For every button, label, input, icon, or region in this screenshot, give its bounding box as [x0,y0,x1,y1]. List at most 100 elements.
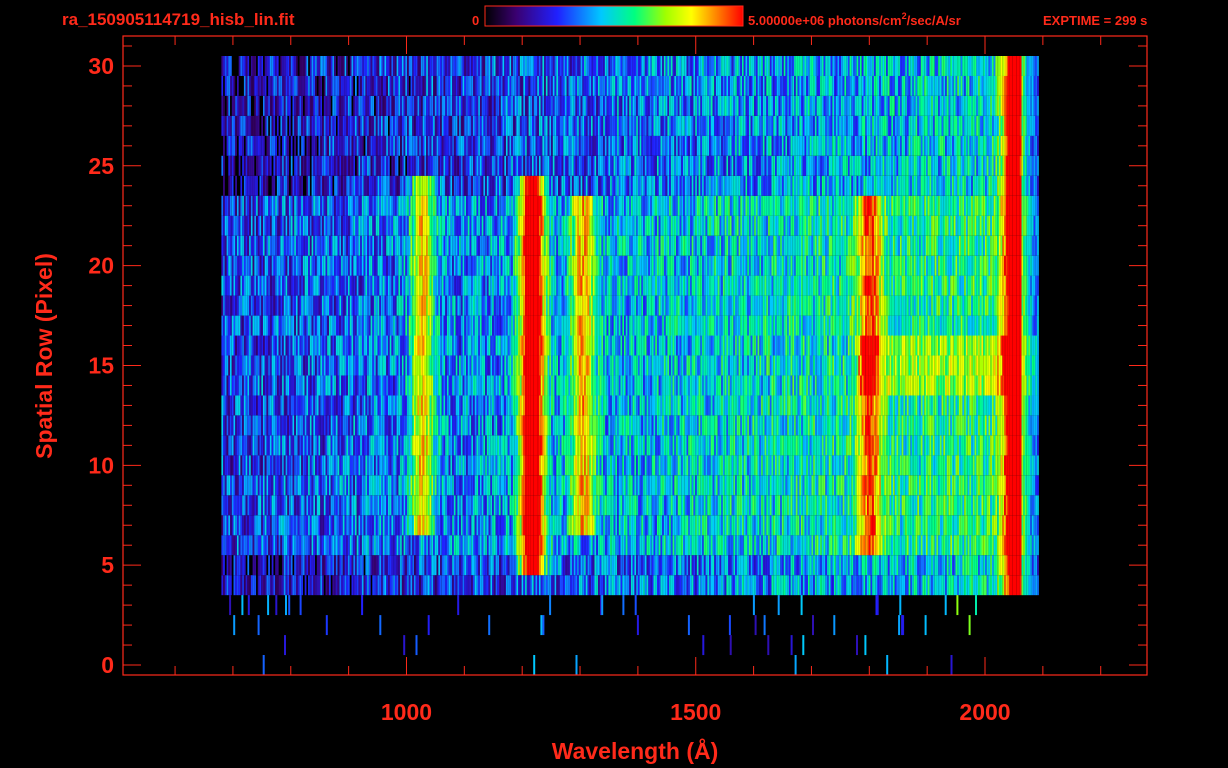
heatmap-cell [224,575,227,596]
heatmap-cell [747,495,749,516]
heatmap-cell [426,575,428,596]
heatmap-cell [403,475,406,496]
heatmap-cell [358,515,361,536]
heatmap-cell [655,535,657,556]
heatmap-cell [539,455,541,476]
heatmap-cell [771,415,774,436]
heatmap-cell [457,435,460,456]
heatmap-cell [938,495,940,516]
heatmap-cell [455,555,458,576]
heatmap-cell [249,515,251,536]
heatmap-cell [230,555,232,576]
heatmap-cell [728,395,730,416]
heatmap-cell [273,435,276,456]
heatmap-cell [221,535,224,556]
heatmap-cell [250,415,253,436]
heatmap-cell [886,435,888,456]
heatmap-cell [740,515,743,536]
heatmap-cell [915,435,918,456]
heatmap-cell [669,415,671,436]
heatmap-cell [955,575,958,596]
heatmap-cell [315,495,317,516]
heatmap-cell [887,575,890,596]
heatmap-cell [860,475,862,496]
heatmap-cell [690,555,692,576]
heatmap-cell [266,435,269,456]
heatmap-cell [337,535,340,556]
heatmap-cell [641,395,644,416]
heatmap-cell [296,575,298,596]
heatmap-cell [867,435,869,456]
heatmap-cell [1007,555,1010,576]
heatmap-cell [424,455,427,476]
heatmap-cell [558,415,560,436]
heatmap-cell [946,555,949,576]
heatmap-cell [927,575,930,596]
heatmap-cell [346,515,349,536]
heatmap-cell [818,515,821,536]
heatmap-cell [589,455,592,476]
heatmap-cell [443,435,446,456]
heatmap-cell [657,515,659,536]
heatmap-cell [952,555,954,576]
heatmap-cell [361,435,364,456]
heatmap-cell [900,435,902,456]
heatmap-cell [717,435,720,456]
heatmap-cell [1037,415,1039,436]
heatmap-cell [939,575,942,596]
heatmap-cell [681,475,684,496]
heatmap-cell [289,475,291,496]
heatmap-cell [669,475,671,496]
heatmap-cell [611,555,614,576]
heatmap-cell [736,495,739,516]
heatmap-cell [700,515,703,536]
heatmap-cell [261,535,264,556]
heatmap-cell [403,535,406,556]
heatmap-cell [801,535,803,556]
heatmap-cell [662,555,664,576]
heatmap-cell [979,555,982,576]
heatmap-cell [676,515,678,536]
heatmap-cell [249,415,251,436]
heatmap-cell [863,495,866,516]
heatmap-cell [969,535,972,556]
heatmap-cell [552,555,555,576]
heatmap-cell [493,375,496,396]
heatmap-cell [886,555,888,576]
heatmap-cell [1030,495,1032,516]
heatmap-cell [804,435,807,456]
heatmap-cell [407,495,409,516]
heatmap-cell [1016,415,1019,436]
heatmap-cell [927,455,930,476]
heatmap-cell [643,375,645,396]
heatmap-cell [502,475,505,496]
heatmap-cell [502,535,505,556]
heatmap-cell [627,455,630,476]
heatmap-cell [761,515,763,536]
heatmap-cell [953,515,956,536]
heatmap-cell [943,575,946,596]
heatmap-cell [679,555,682,576]
heatmap-cell [903,495,906,516]
heatmap-cell [511,415,513,436]
heatmap-cell [530,515,533,536]
heatmap-cell [851,535,854,556]
heatmap-cell [693,455,696,476]
heatmap-cell [403,455,406,476]
heatmap-cell [670,475,673,496]
heatmap-cell [978,455,980,476]
heatmap-cell [849,535,852,556]
heatmap-cell [898,555,900,576]
heatmap-cell [764,395,767,416]
heatmap-cell [486,535,489,556]
heatmap-cell [964,475,966,496]
heatmap-cell [455,475,458,496]
heatmap-cell [596,415,598,436]
heatmap-cell [532,495,534,516]
heatmap-cell [854,555,857,576]
heatmap-cell [415,535,418,556]
heatmap-cell [273,535,276,556]
heatmap-cell [795,495,798,516]
heatmap-cell [618,535,621,556]
heatmap-cell [743,395,746,416]
